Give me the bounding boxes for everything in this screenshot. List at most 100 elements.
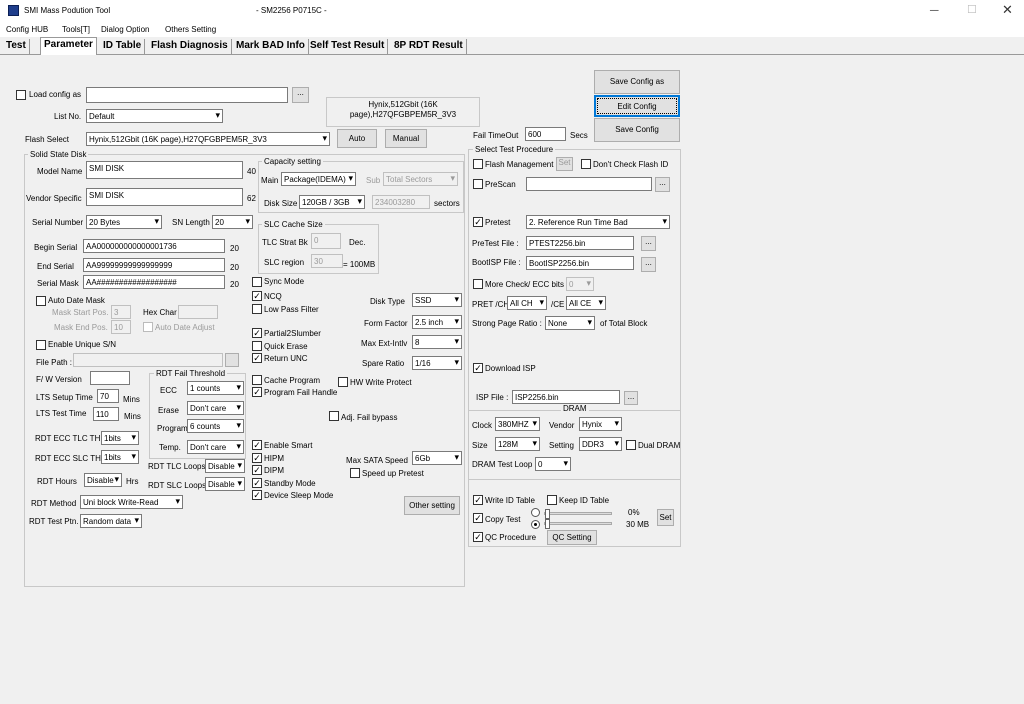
ecc-bits-select[interactable]: 0: [566, 277, 594, 291]
pretest-file-input[interactable]: PTEST2256.bin: [526, 236, 634, 250]
form-factor-select[interactable]: 2.5 inch: [412, 315, 462, 329]
minimize-icon[interactable]: ─: [930, 3, 939, 17]
model-name-input[interactable]: SMI DISK: [86, 161, 243, 179]
menu-tools[interactable]: Tools[T]: [62, 25, 90, 34]
dual-dram-checkbox[interactable]: [626, 440, 636, 450]
more-check-checkbox[interactable]: [473, 279, 483, 289]
rdt-ecc-slc-select[interactable]: 1bits: [101, 450, 139, 464]
copy-test-percent-slider[interactable]: [544, 512, 612, 515]
manual-button[interactable]: Manual: [385, 129, 427, 148]
ce-select[interactable]: All CE: [566, 296, 606, 310]
rdt-ecc-select[interactable]: 1 counts: [187, 381, 244, 395]
rdt-erase-select[interactable]: Don't care: [187, 401, 244, 415]
end-serial-input[interactable]: AA99999999999999999: [83, 258, 225, 272]
lts-setup-input[interactable]: 70: [97, 389, 119, 403]
other-setting-button[interactable]: Other setting: [404, 496, 460, 515]
isp-file-browse-button[interactable]: ...: [624, 391, 638, 405]
copy-test-checkbox[interactable]: ✓: [473, 513, 483, 523]
dram-setting-select[interactable]: DDR3: [579, 437, 622, 451]
pretest-checkbox[interactable]: ✓: [473, 217, 483, 227]
quick-erase-checkbox[interactable]: [252, 341, 262, 351]
edit-config-button[interactable]: Edit Config: [594, 95, 680, 117]
rdt-test-ptn-select[interactable]: Random data: [80, 514, 142, 528]
pret-ch-select[interactable]: All CH: [507, 296, 547, 310]
program-fail-handle-checkbox[interactable]: ✓: [252, 387, 262, 397]
disk-sectors-input[interactable]: 234003280: [372, 195, 430, 209]
capacity-main-select[interactable]: Package(IDEMA): [281, 172, 356, 186]
cache-program-checkbox[interactable]: [252, 375, 262, 385]
auto-button[interactable]: Auto: [337, 129, 377, 148]
dont-check-flash-id-checkbox[interactable]: [581, 159, 591, 169]
close-icon[interactable]: ✕: [1002, 2, 1013, 18]
dram-size-select[interactable]: 128M: [495, 437, 540, 451]
hw-write-protect-checkbox[interactable]: [338, 377, 348, 387]
sn-length-select[interactable]: 20: [212, 215, 253, 229]
standby-mode-checkbox[interactable]: ✓: [252, 478, 262, 488]
bootisp-file-input[interactable]: BootISP2256.bin: [526, 256, 634, 270]
tab-test[interactable]: Test: [3, 39, 30, 54]
auto-date-mask-checkbox[interactable]: [36, 296, 46, 306]
return-unc-checkbox[interactable]: ✓: [252, 353, 262, 363]
dram-clock-select[interactable]: 380MHZ: [495, 417, 540, 431]
hex-char-input[interactable]: [178, 305, 218, 319]
tlc-strat-input[interactable]: 0: [311, 233, 341, 249]
serial-number-select[interactable]: 20 Bytes: [86, 215, 162, 229]
tab-8p-rdt-result[interactable]: 8P RDT Result: [391, 39, 467, 54]
pretest-select[interactable]: 2. Reference Run Time Bad: [526, 215, 670, 229]
rdt-program-select[interactable]: 6 counts: [187, 419, 244, 433]
slc-region-input[interactable]: 30: [311, 254, 343, 268]
low-pass-filter-checkbox[interactable]: [252, 304, 262, 314]
vendor-specific-input[interactable]: SMI DISK: [86, 188, 243, 206]
enable-smart-checkbox[interactable]: ✓: [252, 440, 262, 450]
tab-parameter[interactable]: Parameter: [40, 37, 97, 55]
enable-unique-sn-checkbox[interactable]: [36, 340, 46, 350]
flash-management-checkbox[interactable]: [473, 159, 483, 169]
lts-test-input[interactable]: 110: [93, 407, 119, 421]
rdt-ecc-tlc-select[interactable]: 1bits: [101, 431, 139, 445]
keep-id-table-checkbox[interactable]: [547, 495, 557, 505]
file-path-input[interactable]: [73, 353, 223, 367]
pretest-file-browse-button[interactable]: ...: [641, 236, 656, 251]
tab-flash-diagnosis[interactable]: Flash Diagnosis: [148, 39, 232, 54]
hipm-checkbox[interactable]: ✓: [252, 453, 262, 463]
speed-up-pretest-checkbox[interactable]: [350, 468, 360, 478]
auto-date-adjust-checkbox[interactable]: [143, 322, 153, 332]
maximize-icon[interactable]: ☐: [967, 3, 977, 16]
rdt-tlc-loops-select[interactable]: Disable: [205, 459, 245, 473]
prescan-checkbox[interactable]: [473, 179, 483, 189]
serial-mask-input[interactable]: AA##################: [83, 275, 225, 289]
rdt-hours-select[interactable]: Disable: [84, 473, 122, 487]
dipm-checkbox[interactable]: ✓: [252, 465, 262, 475]
tab-id-table[interactable]: ID Table: [100, 39, 146, 54]
load-config-checkbox[interactable]: [16, 90, 26, 100]
disk-size-select[interactable]: 120GB / 3GB: [299, 195, 365, 209]
copy-test-percent-radio[interactable]: [531, 508, 540, 517]
menu-dialog-option[interactable]: Dialog Option: [101, 25, 149, 34]
capacity-sub-select[interactable]: Total Sectors: [383, 172, 458, 186]
qc-setting-button[interactable]: QC Setting: [547, 530, 597, 545]
bootisp-file-browse-button[interactable]: ...: [641, 257, 656, 272]
max-ext-intlv-select[interactable]: 8: [412, 335, 462, 349]
menu-others-setting[interactable]: Others Setting: [165, 25, 216, 34]
isp-file-input[interactable]: ISP2256.bin: [512, 390, 620, 404]
save-config-as-button[interactable]: Save Config as: [594, 70, 680, 94]
download-isp-checkbox[interactable]: ✓: [473, 363, 483, 373]
rdt-method-select[interactable]: Uni block Write-Read: [80, 495, 183, 509]
mask-end-pos-input[interactable]: 10: [111, 320, 131, 334]
tab-mark-bad-info[interactable]: Mark BAD Info: [233, 39, 309, 54]
partial-slumber-checkbox[interactable]: ✓: [252, 328, 262, 338]
copy-test-set-button[interactable]: Set: [657, 509, 674, 526]
list-no-select[interactable]: Default: [86, 109, 223, 123]
flash-select[interactable]: Hynix,512Gbit (16K page),H27QFGBPEM5R_3V…: [86, 132, 330, 146]
rdt-slc-loops-select[interactable]: Disable: [205, 477, 245, 491]
begin-serial-input[interactable]: AA000000000000001736: [83, 239, 225, 253]
prescan-input[interactable]: [526, 177, 652, 191]
tab-self-test-result[interactable]: Self Test Result: [307, 39, 389, 54]
copy-test-percent-thumb[interactable]: [545, 509, 550, 519]
max-sata-speed-select[interactable]: 6Gb: [412, 451, 462, 465]
menu-config-hub[interactable]: Config HUB: [6, 25, 48, 34]
dram-test-loop-select[interactable]: 0: [535, 457, 571, 471]
disk-type-select[interactable]: SSD: [412, 293, 462, 307]
rdt-temp-select[interactable]: Don't care: [187, 440, 244, 454]
copy-test-size-radio[interactable]: [531, 520, 540, 529]
